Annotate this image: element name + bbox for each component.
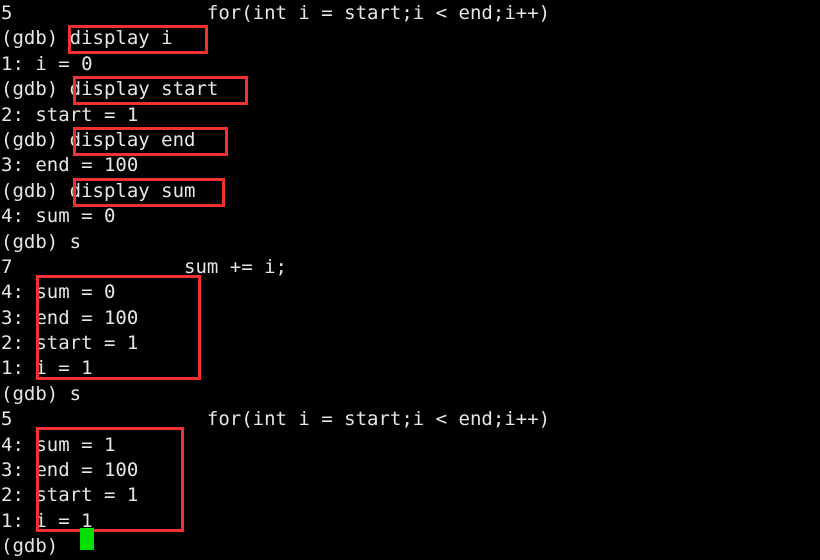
terminal-line: (gdb) s [1, 382, 82, 405]
terminal-line: 2: start = 1 [1, 103, 139, 126]
terminal-line: 2: start = 1 [1, 484, 139, 507]
terminal-line: 3: end = 100 [1, 459, 139, 482]
terminal-output: 5 for(int i = start;i < end;i++) (gdb) di… [0, 0, 550, 560]
terminal-line: 1: i = 1 [1, 357, 93, 380]
terminal-line: 3: end = 100 [1, 306, 139, 329]
terminal-line: 7 sum += i; [1, 255, 287, 278]
terminal-line: (gdb) display i [1, 27, 173, 50]
terminal-line: 4: sum = 0 [1, 205, 116, 228]
terminal-line: (gdb) display sum [1, 179, 196, 202]
terminal-line: 2: start = 1 [1, 332, 139, 355]
terminal-line: 4: sum = 1 [1, 433, 116, 456]
terminal-line: 4: sum = 0 [1, 281, 116, 304]
terminal-line: (gdb) display end [1, 128, 196, 151]
terminal-line: (gdb) display start [1, 78, 219, 101]
terminal-line: 3: end = 100 [1, 154, 139, 177]
terminal-window[interactable]: 5 for(int i = start;i < end;i++) (gdb) di… [0, 0, 820, 560]
terminal-line: 5 for(int i = start;i < end;i++) [1, 2, 551, 24]
terminal-line: 5 for(int i = start;i < end;i++) [1, 408, 551, 431]
terminal-line: (gdb) s [1, 230, 82, 253]
terminal-line: 1: i = 0 [1, 52, 93, 75]
terminal-cursor [80, 528, 94, 550]
